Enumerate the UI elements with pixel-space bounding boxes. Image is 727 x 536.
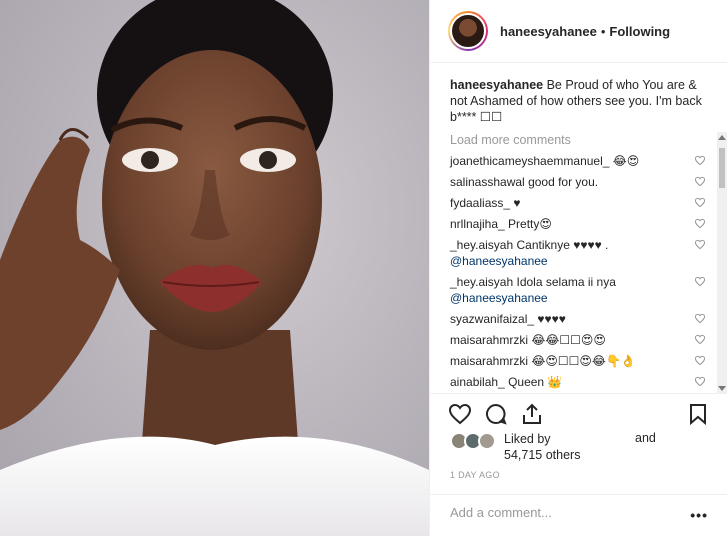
comment-username[interactable]: joanethicameyshaemmanuel_ [450, 154, 609, 168]
liked-and: and [635, 431, 656, 445]
comment-item: _hey.aisyah Cantiknye ♥♥♥♥ . @haneesyahan… [450, 237, 716, 274]
load-more-comments-button[interactable]: Load more comments [450, 133, 716, 147]
comment-mention[interactable]: @haneesyahanee [450, 291, 548, 305]
comment-heart-icon[interactable] [694, 218, 706, 229]
comment-text: 😂😍☐☐😍😂👇👌 [531, 354, 636, 368]
more-options-button[interactable]: ••• [690, 507, 708, 523]
comment-heart-icon[interactable] [694, 155, 706, 166]
portrait-image [0, 0, 429, 536]
heart-icon[interactable] [448, 402, 472, 426]
comment-heart-icon[interactable] [694, 313, 706, 324]
comment-item: maisarahmrzki 😂😂☐☐😍😍 [450, 332, 716, 353]
comment-item: ainabilah_ Queen 👑 [450, 374, 716, 393]
comment-username[interactable]: ainabilah_ [450, 375, 505, 389]
comment-text: ♥♥♥♥ [537, 312, 566, 326]
comment-text: Pretty😍 [508, 217, 552, 231]
comment-heart-icon[interactable] [694, 334, 706, 345]
comment-heart-icon[interactable] [694, 276, 706, 287]
following-button[interactable]: Following [609, 24, 670, 39]
action-bar [430, 393, 727, 431]
liked-by-text: Liked by 54,715 others [504, 431, 580, 463]
comment-text: 😂😍 [612, 154, 640, 168]
comment-heart-icon[interactable] [694, 176, 706, 187]
comments-scrollbar[interactable] [717, 132, 727, 394]
comment-username[interactable]: _hey.aisyah [450, 275, 513, 289]
caption-username[interactable]: haneesyahanee [450, 78, 543, 92]
header-username[interactable]: haneesyahanee [500, 24, 597, 39]
comment-list: joanethicameyshaemmanuel_ 😂😍 salinasshawa… [450, 153, 716, 393]
comment-item: _hey.aisyah Idola selama ii nya @haneesya… [450, 274, 716, 311]
post-photo[interactable] [0, 0, 429, 536]
liker-avatar[interactable] [478, 432, 496, 450]
comment-username[interactable]: maisarahmrzki [450, 354, 528, 368]
instagram-post: haneesyahanee • Following haneesyahanee … [0, 0, 727, 536]
comment-text: 😂😂☐☐😍😍 [531, 333, 606, 347]
comment-item: maisarahmrzki 😂😍☐☐😍😂👇👌 [450, 353, 716, 374]
likes-section: Liked by 54,715 others and [450, 430, 720, 466]
scroll-up-arrow[interactable] [718, 135, 726, 140]
comment-mention[interactable]: @haneesyahanee [450, 254, 548, 268]
likes-count[interactable]: 54,715 others [504, 448, 580, 462]
scroll-down-arrow[interactable] [718, 386, 726, 391]
comment-heart-icon[interactable] [694, 355, 706, 366]
comment-username[interactable]: nrllnajiha_ [450, 217, 505, 231]
comment-heart-icon[interactable] [694, 197, 706, 208]
bookmark-icon[interactable] [686, 402, 710, 426]
comment-item: salinasshawal good for you. [450, 174, 716, 195]
comment-item: nrllnajiha_ Pretty😍 [450, 216, 716, 237]
comment-username[interactable]: maisarahmrzki [450, 333, 528, 347]
comments-section[interactable]: haneesyahanee Be Proud of who You are & … [430, 63, 716, 393]
comment-icon[interactable] [484, 402, 508, 426]
post-sidebar: haneesyahanee • Following haneesyahanee … [429, 0, 727, 536]
comment-item: syazwanifaizal_ ♥♥♥♥ [450, 311, 716, 332]
add-comment-bar: ••• [430, 494, 727, 536]
comment-heart-icon[interactable] [694, 376, 706, 387]
header-separator: • [600, 23, 606, 39]
comment-item: fydaaliass_ ♥ [450, 195, 716, 216]
scroll-thumb[interactable] [719, 148, 725, 188]
post-timestamp[interactable]: 1 DAY AGO [450, 470, 500, 480]
comment-username[interactable]: syazwanifaizal_ [450, 312, 534, 326]
comment-text: Cantiknye ♥♥♥♥ . [516, 238, 609, 252]
post-header: haneesyahanee • Following [430, 0, 727, 63]
comment-text: Idola selama ii nya [516, 275, 616, 289]
comment-username[interactable]: salinasshawal [450, 175, 525, 189]
profile-avatar[interactable] [448, 11, 488, 51]
comment-text: good for you. [528, 175, 599, 189]
comment-input[interactable] [450, 505, 670, 520]
comment-text: Queen 👑 [508, 375, 563, 389]
comment-item: joanethicameyshaemmanuel_ 😂😍 [450, 153, 716, 174]
comment-heart-icon[interactable] [694, 239, 706, 250]
avatar-image [450, 13, 486, 49]
liked-by-label: Liked by [504, 432, 551, 446]
comment-username[interactable]: fydaaliass_ [450, 196, 510, 210]
comment-username[interactable]: _hey.aisyah [450, 238, 513, 252]
share-icon[interactable] [520, 402, 544, 426]
post-caption: haneesyahanee Be Proud of who You are & … [450, 77, 716, 125]
comment-text: ♥ [513, 196, 521, 210]
